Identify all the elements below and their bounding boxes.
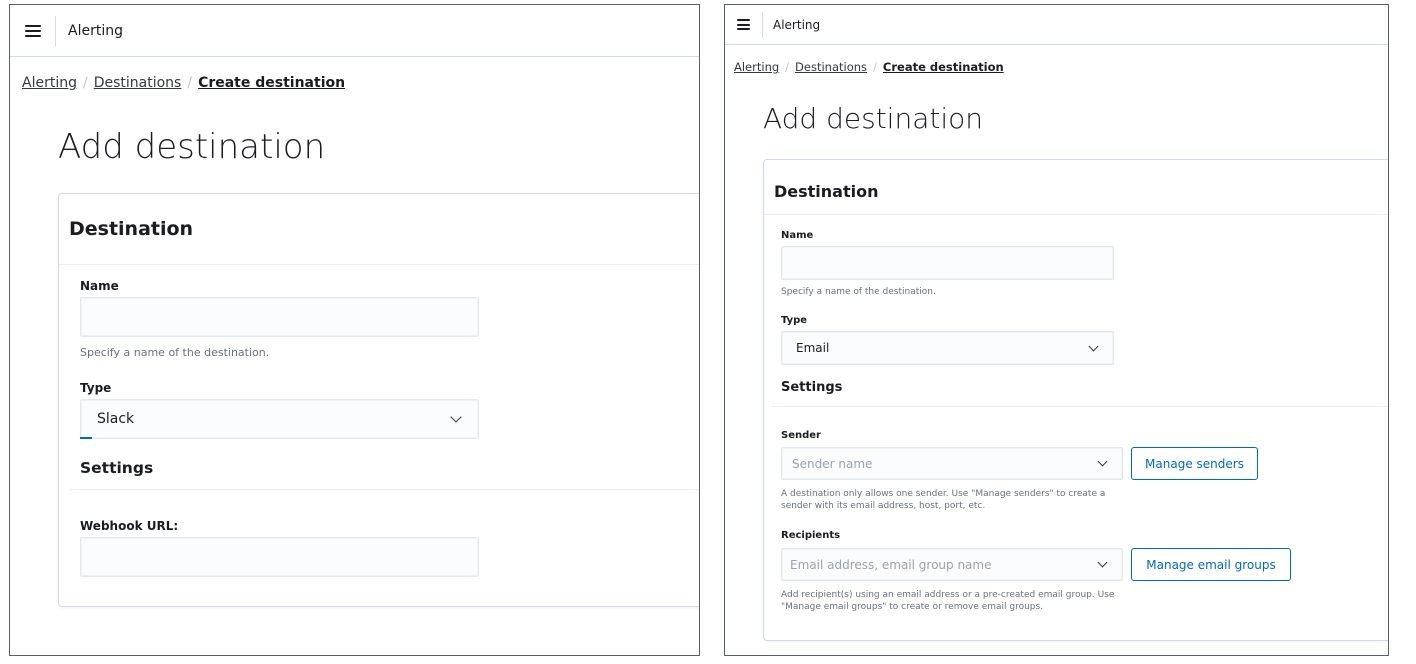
card-title: Destination (774, 182, 879, 201)
card-title: Destination (69, 218, 194, 240)
app-title: Alerting (773, 17, 821, 32)
name-input[interactable] (80, 297, 479, 337)
settings-title: Settings (80, 459, 154, 477)
recipients-help-line: "Manage email groups" to create or remov… (781, 602, 1044, 613)
breadcrumb-destinations[interactable]: Destinations (795, 60, 867, 74)
select-focus-indicator (80, 437, 92, 439)
name-label: Name (781, 230, 814, 241)
recipients-select[interactable]: Email address, email group name (781, 548, 1123, 581)
sender-label: Sender (781, 430, 821, 441)
menu-button[interactable] (10, 15, 56, 46)
name-label: Name (80, 279, 119, 293)
sender-help-line: A destination only allows one sender. Us… (781, 489, 1106, 499)
menu-icon (737, 17, 750, 33)
sender-select-placeholder: Sender name (792, 456, 873, 471)
name-help-text: Specify a name of the destination. (80, 346, 270, 359)
right-screenshot-panel: Alerting Alerting / Destinations / Creat… (724, 4, 1389, 656)
chevron-down-icon (1097, 557, 1108, 568)
name-help-text: Specify a name of the destination. (781, 287, 936, 297)
type-select-value: Slack (97, 411, 135, 427)
name-input[interactable] (781, 246, 1114, 280)
breadcrumb: Alerting / Destinations / Create destina… (22, 75, 345, 91)
type-select-value: Email (796, 341, 830, 355)
webhook-url-label: Webhook URL: (80, 519, 179, 533)
breadcrumb-separator: / (187, 75, 193, 91)
chevron-down-icon (1097, 456, 1108, 467)
breadcrumb-alerting[interactable]: Alerting (22, 75, 77, 91)
sender-select[interactable]: Sender name (781, 447, 1123, 480)
manage-senders-button[interactable]: Manage senders (1131, 447, 1258, 480)
breadcrumb-current: Create destination (198, 75, 346, 91)
settings-divider (69, 489, 699, 490)
menu-icon (24, 22, 41, 40)
sender-help-text: A destination only allows one sender. Us… (781, 488, 1105, 512)
top-header: Alerting (10, 5, 699, 57)
destination-card: Destination Name Specify a name of the d… (58, 193, 699, 607)
app-title: Alerting (68, 22, 123, 39)
breadcrumb-separator: / (785, 60, 790, 74)
card-divider (764, 214, 1388, 215)
type-select[interactable]: Slack (80, 399, 479, 439)
settings-divider (772, 406, 1388, 407)
breadcrumb-alerting[interactable]: Alerting (734, 60, 779, 74)
breadcrumb-separator: / (873, 60, 877, 74)
page-title: Add destination (763, 102, 983, 135)
top-header: Alerting (725, 5, 1388, 45)
chevron-down-icon (450, 411, 462, 423)
type-label: Type (781, 315, 808, 326)
breadcrumb-current: Create destination (882, 60, 1004, 74)
card-divider (59, 264, 699, 265)
recipients-help-line: Add recipient(s) using an email address … (781, 590, 1115, 600)
chevron-down-icon (1088, 341, 1099, 351)
breadcrumb-destinations[interactable]: Destinations (94, 75, 182, 91)
type-select[interactable]: Email (781, 331, 1114, 365)
menu-button[interactable] (725, 11, 763, 38)
webhook-url-input[interactable] (80, 537, 479, 577)
left-screenshot-panel: Alerting Alerting / Destinations / Creat… (9, 4, 700, 656)
settings-title: Settings (781, 380, 843, 395)
recipients-select-placeholder: Email address, email group name (790, 557, 992, 572)
page-title: Add destination (58, 127, 326, 167)
breadcrumb-separator: / (82, 75, 88, 91)
recipients-label: Recipients (781, 530, 841, 541)
destination-card: Destination Name Specify a name of the d… (763, 159, 1388, 641)
recipients-help-text: Add recipient(s) using an email address … (781, 589, 1114, 613)
breadcrumb: Alerting / Destinations / Create destina… (734, 60, 1004, 74)
type-label: Type (80, 381, 112, 395)
manage-email-groups-button[interactable]: Manage email groups (1131, 548, 1291, 581)
sender-help-line: sender with its email address, host, por… (781, 501, 986, 512)
